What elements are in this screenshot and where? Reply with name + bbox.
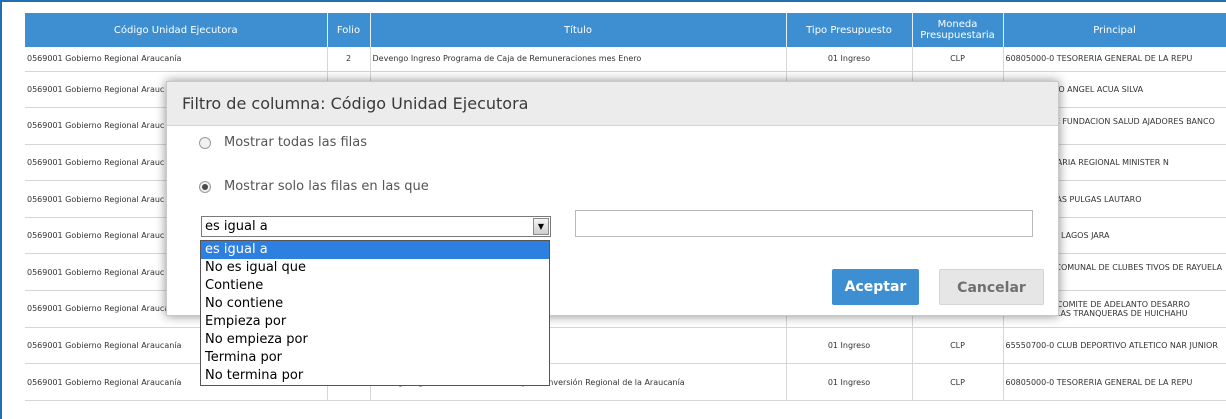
column-header-principal[interactable]: Principal xyxy=(1003,13,1226,47)
chevron-down-icon[interactable]: ▼ xyxy=(533,218,549,235)
cell-tipo: 01 Ingreso xyxy=(786,327,913,365)
cell-moneda: CLP xyxy=(912,363,1004,401)
dropdown-option[interactable]: No termina por xyxy=(201,367,549,385)
table-row[interactable]: 0569001 Gobierno Regional Araucanía 2 Deve… xyxy=(25,47,1226,72)
cell-moneda: CLP xyxy=(912,327,1004,365)
radio-show-all[interactable] xyxy=(199,136,211,149)
column-header-tipo[interactable]: Tipo Presupuesto xyxy=(786,13,913,47)
cell-principal: 60805000-0 TESORERIA GENERAL DE LA REPU xyxy=(1003,363,1226,401)
cancel-button[interactable]: Cancelar xyxy=(939,269,1044,305)
option-show-all[interactable]: Mostrar todas las filas xyxy=(199,135,367,150)
accept-button[interactable]: Aceptar xyxy=(832,269,919,305)
cell-codigo: 0569001 Gobierno Regional Araucanía xyxy=(25,47,328,72)
dropdown-option[interactable]: No contiene xyxy=(201,295,549,313)
dropdown-option[interactable]: Contiene xyxy=(201,277,549,295)
table-header-row: Código Unidad Ejecutora Folio Título Tip… xyxy=(25,13,1226,47)
column-header-titulo[interactable]: Título xyxy=(370,13,787,47)
cell-principal: 60805000-0 TESORERIA GENERAL DE LA REPU xyxy=(1003,47,1226,72)
column-header-moneda[interactable]: Moneda Presupuestaria xyxy=(912,13,1004,47)
operator-select-value: es igual a xyxy=(205,219,268,234)
dropdown-option[interactable]: No es igual que xyxy=(201,259,549,277)
option-show-all-label: Mostrar todas las filas xyxy=(224,135,368,150)
cell-tipo: 01 Ingreso xyxy=(786,363,913,401)
column-header-folio[interactable]: Folio xyxy=(327,13,371,47)
operator-select[interactable]: es igual a ▼ xyxy=(201,216,551,237)
cell-tipo: 01 Ingreso xyxy=(786,47,913,72)
column-header-codigo[interactable]: Código Unidad Ejecutora xyxy=(25,13,328,47)
operator-dropdown-list: es igual a No es igual que Contiene No c… xyxy=(200,240,550,386)
dialog-title: Filtro de columna: Código Unidad Ejecuto… xyxy=(167,82,1058,126)
option-show-only[interactable]: Mostrar solo las filas en las que xyxy=(199,179,429,194)
option-show-only-label: Mostrar solo las filas en las que xyxy=(224,179,429,194)
filter-value-input[interactable] xyxy=(575,210,1033,237)
cell-principal: 65550700-0 CLUB DEPORTIVO ATLETICO NAR J… xyxy=(1003,327,1226,365)
dropdown-option[interactable]: No empieza por xyxy=(201,331,549,349)
dropdown-option[interactable]: Empieza por xyxy=(201,313,549,331)
cell-folio: 2 xyxy=(327,47,371,72)
cell-titulo: Devengo Ingreso Programa de Caja de Remu… xyxy=(370,47,787,72)
dropdown-option[interactable]: es igual a xyxy=(201,241,549,259)
radio-show-only[interactable] xyxy=(199,180,211,193)
dropdown-option[interactable]: Termina por xyxy=(201,349,549,367)
cell-moneda: CLP xyxy=(912,47,1004,72)
